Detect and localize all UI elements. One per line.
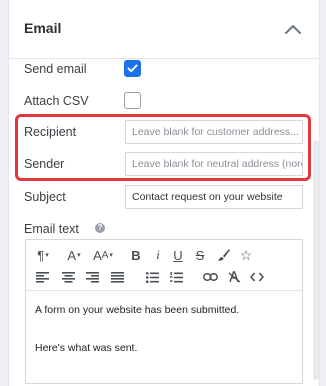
attach-csv-label: Attach CSV (24, 94, 89, 108)
brush-button[interactable] (216, 246, 232, 264)
align-justify-icon (110, 271, 124, 283)
link-icon (202, 273, 218, 281)
subject-label: Subject (24, 190, 66, 204)
editor-line: A form on your website has been submitte… (35, 304, 240, 316)
panel-header: Email (9, 0, 319, 59)
strikethrough-button[interactable]: S (193, 246, 207, 264)
align-center-icon (61, 271, 75, 283)
subject-input[interactable]: Contact request on your website (125, 185, 303, 209)
email-text-label: Email text (24, 222, 79, 236)
send-email-label: Send email (24, 62, 87, 76)
email-text-editor[interactable]: ¶ ▾ A ▾ A A ▾ B i U S ☆ A form on your w… (25, 239, 303, 384)
attach-csv-checkbox[interactable] (124, 92, 141, 109)
brush-icon (218, 249, 230, 261)
paragraph-format-button[interactable]: ¶ ▾ (32, 246, 54, 264)
clear-formatting-button[interactable] (226, 268, 242, 286)
bullet-list-button[interactable] (144, 268, 160, 286)
highlight-box (15, 114, 311, 181)
font-color-button[interactable]: A ▾ (64, 246, 84, 264)
align-center-button[interactable] (60, 268, 76, 286)
numbered-list-button[interactable] (168, 268, 184, 286)
numbered-list-icon (169, 271, 183, 282)
align-right-button[interactable] (84, 268, 100, 286)
editor-toolbar: ¶ ▾ A ▾ A A ▾ B i U S ☆ (26, 240, 302, 291)
italic-button[interactable]: i (152, 246, 164, 264)
link-button[interactable] (202, 268, 218, 286)
code-icon (250, 272, 264, 282)
panel-title: Email (24, 20, 62, 36)
align-right-icon (85, 271, 99, 283)
send-email-checkbox[interactable] (124, 60, 141, 77)
font-size-button[interactable]: A A ▾ (90, 246, 116, 264)
align-justify-button[interactable] (109, 268, 125, 286)
code-view-button[interactable] (248, 268, 266, 286)
bold-button[interactable]: B (129, 246, 143, 264)
bullet-list-icon (145, 271, 159, 283)
align-left-icon (35, 271, 49, 283)
underline-button[interactable]: U (171, 246, 185, 264)
collapse-chevron-up-icon[interactable] (281, 20, 305, 38)
editor-line: Here's what was sent. (35, 342, 138, 354)
clear-formatting-icon (228, 271, 240, 283)
checkmark-icon (127, 64, 138, 73)
email-settings-panel: Email Send email Attach CSV Recipient Le… (8, 0, 320, 386)
panel-scrollbar[interactable] (313, 140, 319, 380)
help-icon[interactable]: ? (95, 223, 105, 233)
star-button[interactable]: ☆ (238, 246, 254, 264)
editor-content[interactable]: A form on your website has been submitte… (35, 304, 239, 354)
align-left-button[interactable] (34, 268, 50, 286)
